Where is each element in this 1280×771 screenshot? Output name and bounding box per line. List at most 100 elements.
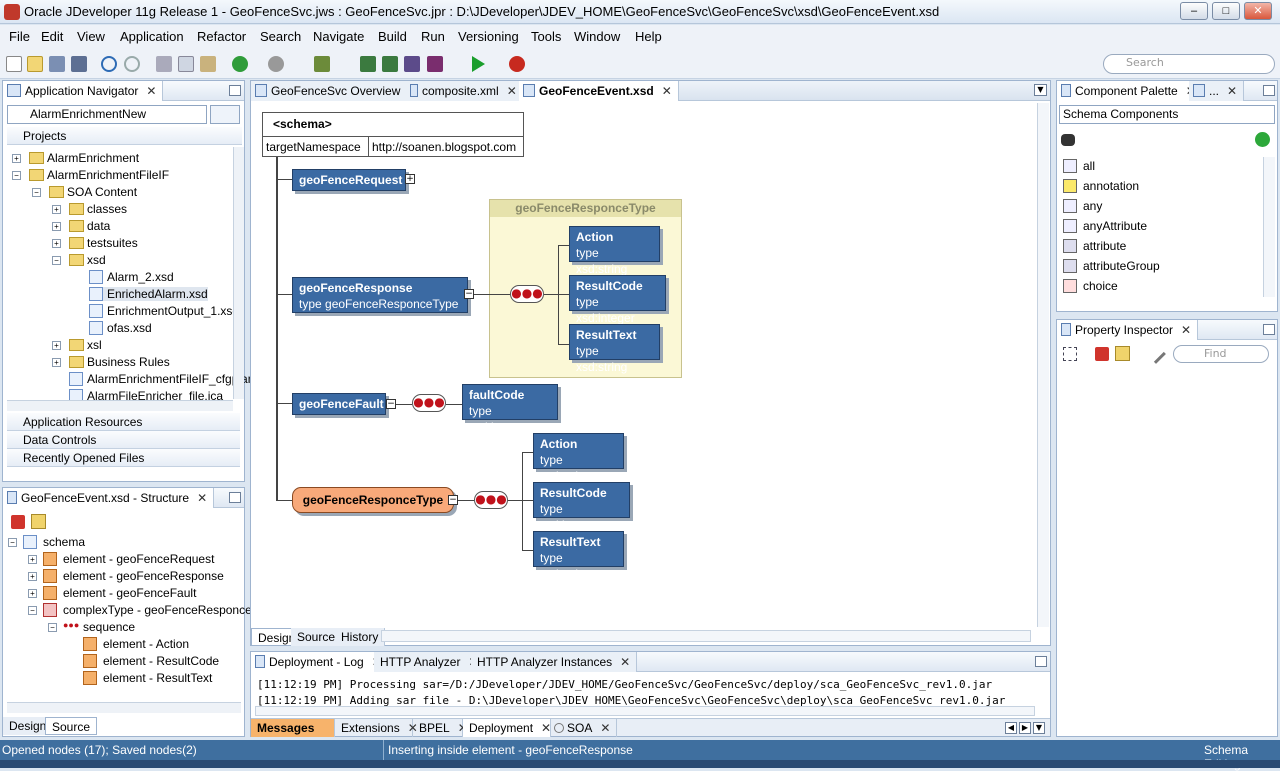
tab-deployment[interactable]: Deployment ✕ (463, 719, 551, 737)
back-icon[interactable] (232, 56, 248, 72)
sequence-compositor[interactable]: ●●● (412, 394, 446, 412)
save-all-icon[interactable] (71, 56, 87, 72)
tab-geofencesvc-overview[interactable]: GeoFenceSvc Overview✕ (251, 81, 426, 101)
geofenceresponse-element[interactable]: geoFenceResponse type geoFenceResponceTyp… (292, 277, 468, 313)
close-button[interactable]: ✕ (1244, 2, 1272, 20)
tab-component-palette[interactable]: Component Palette✕ (1057, 81, 1203, 101)
vertical-scrollbar[interactable] (233, 147, 244, 399)
minimize-panel-icon[interactable] (229, 85, 241, 96)
geofencerequest-element[interactable]: geoFenceRequest (292, 169, 406, 191)
expand-icon[interactable]: + (28, 589, 37, 598)
application-select[interactable]: AlarmEnrichmentNew (7, 105, 207, 124)
tab-extensions[interactable]: Extensions ✕ (335, 719, 418, 737)
cut-icon[interactable] (156, 56, 172, 72)
menu-versioning[interactable]: Versioning (458, 29, 519, 44)
audit-icon[interactable] (427, 56, 443, 72)
minimize-panel-icon[interactable] (1035, 656, 1047, 667)
tree-item[interactable]: element - ResultCode (83, 654, 219, 668)
pin-icon[interactable] (1095, 347, 1109, 361)
geofenceresponcetype-complex-type[interactable]: geoFenceResponceType (292, 487, 454, 513)
resultcode-element[interactable]: ResultCode type xsd:integer (533, 482, 630, 532)
projects-header[interactable]: Projects (7, 127, 242, 145)
tree-item[interactable]: EnrichmentOutput_1.xsd (89, 304, 239, 318)
menu-refactor[interactable]: Refactor (197, 29, 246, 44)
action-element[interactable]: Action type xsd:string (569, 226, 660, 276)
properties-icon[interactable] (31, 514, 46, 529)
menu-help[interactable]: Help (635, 29, 662, 44)
collapse-icon[interactable]: − (448, 495, 458, 505)
tab-composite-xml[interactable]: composite.xml ✕ (406, 81, 524, 101)
data-controls-section[interactable]: Data Controls (7, 431, 240, 449)
sequence-compositor[interactable]: ●●● (510, 285, 544, 303)
tree-item[interactable]: − complexType - geoFenceResponceType (28, 603, 278, 617)
menu-run[interactable]: Run (421, 29, 445, 44)
schema-box[interactable]: <schema> targetNamespace http://soanen.b… (262, 112, 524, 157)
collapse-icon[interactable]: − (8, 538, 17, 547)
run-icon[interactable] (472, 56, 485, 72)
horizontal-scrollbar[interactable] (381, 630, 1031, 642)
tab-bpel[interactable]: BPEL✕ (413, 719, 468, 737)
tree-item[interactable]: + testsuites (52, 236, 138, 250)
close-icon[interactable]: ✕ (662, 84, 672, 98)
palette-item-annotation[interactable]: annotation (1063, 179, 1139, 193)
redo-icon[interactable] (124, 56, 140, 72)
pin-icon[interactable] (11, 515, 25, 529)
close-icon[interactable]: ✕ (620, 655, 630, 669)
expand-icon[interactable]: + (12, 154, 21, 163)
binoculars-icon[interactable] (1061, 134, 1075, 146)
tab-soa[interactable]: SOA ✕ (551, 719, 617, 737)
close-icon[interactable]: ✕ (600, 721, 610, 735)
action-element[interactable]: Action type xsd:string (533, 433, 624, 483)
minimize-panel-icon[interactable] (1263, 324, 1275, 335)
close-icon[interactable]: ✕ (1181, 323, 1191, 337)
tree-item[interactable]: + element - geoFenceFault (28, 586, 196, 600)
expand-icon[interactable]: + (52, 239, 61, 248)
palette-item-attribute[interactable]: attribute (1063, 239, 1126, 253)
menu-file[interactable]: File (9, 29, 30, 44)
tree-item[interactable]: − ●●● sequence (48, 620, 135, 634)
menu-window[interactable]: Window (574, 29, 620, 44)
properties-icon[interactable] (1115, 346, 1130, 361)
collapse-icon[interactable]: − (464, 289, 474, 299)
paste-icon[interactable] (200, 56, 216, 72)
minimize-panel-icon[interactable] (229, 492, 241, 503)
select-icon[interactable] (1063, 347, 1077, 361)
palette-item-anyattribute[interactable]: anyAttribute (1063, 219, 1147, 233)
tree-item[interactable]: + classes (52, 202, 127, 216)
tree-item[interactable]: + element - geoFenceResponse (28, 569, 224, 583)
palette-item-choice[interactable]: choice (1063, 279, 1118, 293)
tree-item[interactable]: element - Action (83, 637, 189, 651)
edit-icon[interactable] (1146, 344, 1166, 364)
palette-item-any[interactable]: any (1063, 199, 1102, 213)
close-icon[interactable]: ✕ (541, 721, 551, 735)
undo-icon[interactable] (101, 56, 117, 72)
copy-icon[interactable] (178, 56, 194, 72)
vertical-scrollbar[interactable] (1037, 103, 1049, 627)
resulttext-element[interactable]: ResultText type xsd:string (533, 531, 624, 581)
tab-property-inspector[interactable]: Property Inspector ✕ (1057, 320, 1199, 340)
search-input[interactable]: Search (1103, 54, 1275, 74)
expand-icon[interactable]: + (405, 174, 415, 184)
tab-geofenceevent-xsd[interactable]: GeoFenceEvent.xsd ✕ (519, 81, 679, 101)
palette-item-attributegroup[interactable]: attributeGroup (1063, 259, 1160, 273)
collapse-icon[interactable]: − (12, 171, 21, 180)
go-icon[interactable] (1255, 132, 1270, 147)
tab-messages[interactable]: Messages (251, 719, 335, 737)
expand-icon[interactable]: + (28, 572, 37, 581)
recently-opened-section[interactable]: Recently Opened Files (7, 449, 240, 467)
tree-item[interactable]: element - ResultText (83, 671, 212, 685)
debug-icon[interactable] (509, 56, 525, 72)
sequence-compositor[interactable]: ●●● (474, 491, 508, 509)
tree-item[interactable]: + AlarmEnrichment (12, 151, 139, 165)
rebuild-all-icon[interactable] (382, 56, 398, 72)
expand-icon[interactable]: + (52, 205, 61, 214)
palette-category-select[interactable]: Schema Components (1059, 105, 1275, 124)
target-namespace-value[interactable]: http://soanen.blogspot.com (369, 136, 524, 157)
close-icon[interactable]: ✕ (1227, 84, 1237, 98)
tree-item[interactable]: − SOA Content (32, 185, 137, 199)
new-icon[interactable] (6, 56, 22, 72)
tab-http-analyzer[interactable]: HTTP Analyzer✕ (374, 652, 486, 672)
tab-structure[interactable]: GeoFenceEvent.xsd - Structure ✕ (3, 488, 215, 508)
expand-icon[interactable]: + (52, 222, 61, 231)
menu-tools[interactable]: Tools (531, 29, 561, 44)
